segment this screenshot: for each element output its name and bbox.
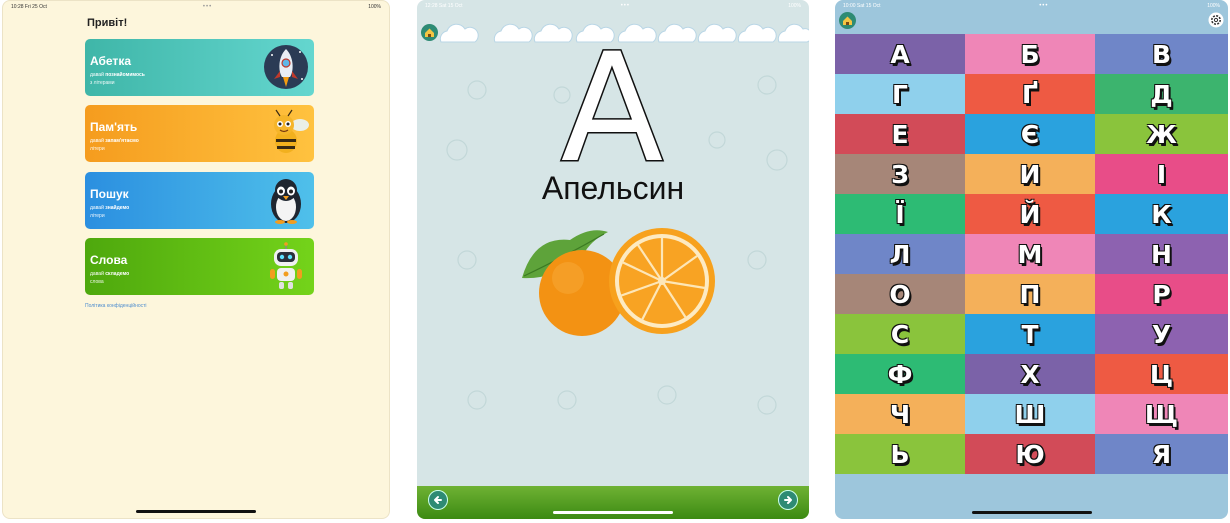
home-button[interactable] (839, 12, 856, 29)
card-subtitle-2: літери (90, 146, 105, 152)
letter-tile[interactable]: Л (835, 234, 965, 274)
multitask-dots[interactable]: ••• (1039, 3, 1048, 9)
card-subtitle-2: літери (90, 213, 105, 219)
letter-tile[interactable]: Е (835, 114, 965, 154)
multitask-dots[interactable]: ••• (621, 3, 630, 9)
card-title: Пошук (90, 187, 129, 201)
prev-button[interactable] (428, 490, 448, 510)
alphabet-grid: АБВ ГҐД ЕЄЖ ЗИІ ЇЙК ЛМН ОПР СТУ ФХЦ ЧШЩ ЬЮЯ (835, 34, 1228, 474)
battery-status: 100% (1207, 3, 1220, 9)
letter-tile[interactable]: Т (965, 314, 1095, 354)
penguin-icon (271, 179, 301, 224)
letter-tile[interactable]: П (965, 274, 1095, 314)
letter-tile[interactable]: З (835, 154, 965, 194)
letter-tile[interactable]: О (835, 274, 965, 314)
home-icon (425, 28, 434, 37)
letter-tile[interactable]: Ю (965, 434, 1095, 474)
letter-tile[interactable]: С (835, 314, 965, 354)
letter-tile[interactable]: І (1095, 154, 1228, 194)
card-title: Слова (90, 253, 128, 267)
letter-tile[interactable]: Є (965, 114, 1095, 154)
status-bar: 12:28 Sat 15 Oct ••• 100% (425, 2, 801, 10)
gear-icon[interactable] (1208, 12, 1224, 28)
letter-tile[interactable]: Ї (835, 194, 965, 234)
card-title: Пам'ять (90, 120, 138, 134)
orange-icon[interactable] (512, 218, 717, 338)
letter-tile[interactable]: М (965, 234, 1095, 274)
letter-tile[interactable]: Ш (965, 394, 1095, 434)
battery-status: 100% (788, 3, 801, 9)
greeting-title: Привіт! (87, 17, 128, 29)
word-label: Апельсин (541, 170, 685, 206)
status-bar: 10:00 Sat 15 Oct ••• 100% (843, 2, 1220, 10)
letter-tile[interactable]: Б (965, 34, 1095, 74)
letter-tile[interactable]: Ц (1095, 354, 1228, 394)
home-button[interactable] (421, 24, 438, 41)
letter-tile[interactable]: У (1095, 314, 1228, 354)
letter-tile[interactable]: Р (1095, 274, 1228, 314)
status-time: 10:00 Sat 15 Oct (843, 3, 881, 9)
robot-icon (270, 242, 302, 289)
home-indicator[interactable] (971, 511, 1092, 514)
letter-tile[interactable]: Ґ (965, 74, 1095, 114)
svg-text:А: А (561, 40, 664, 165)
home-indicator[interactable] (136, 510, 256, 513)
letter-tile[interactable]: Ь (835, 434, 965, 474)
privacy-policy-link[interactable]: Політика конфіденційності (85, 303, 147, 309)
letter-tile[interactable]: В (1095, 34, 1228, 74)
letter-tile[interactable]: Щ (1095, 394, 1228, 434)
menu-screen: 10:28 Fri 25 Oct ••• 100% Привіт! Абетка… (2, 0, 390, 519)
alphabet-grid-screen: 10:00 Sat 15 Oct ••• 100% АБВ ГҐД ЕЄЖ ЗИІ ЇЙ… (835, 0, 1228, 519)
home-icon (843, 16, 852, 25)
multitask-dots[interactable]: ••• (203, 4, 212, 10)
letter-tile[interactable]: Я (1095, 434, 1228, 474)
menu-card-poshuk[interactable]: Пошук давай знайдемо літери (85, 172, 314, 229)
menu-card-abetka[interactable]: Абетка давай познайомимось з літерами (85, 39, 314, 96)
letter-tile[interactable]: Ж (1095, 114, 1228, 154)
bee-icon (274, 109, 309, 153)
status-time: 12:28 Sat 15 Oct (425, 3, 463, 9)
arrow-right-icon (784, 496, 792, 504)
grass-footer (417, 486, 809, 519)
rocket-icon (264, 45, 308, 89)
letter-detail-screen: 12:28 Sat 15 Oct ••• 100% А Апельсин (417, 0, 809, 519)
arrow-left-icon (434, 496, 442, 504)
card-subtitle-2: слова (90, 279, 104, 285)
home-indicator[interactable] (553, 511, 673, 514)
menu-card-slova[interactable]: Слова давай складемо слова (85, 238, 314, 295)
letter-tile[interactable]: И (965, 154, 1095, 194)
big-letter: А (559, 40, 665, 165)
letter-tile[interactable]: Й (965, 194, 1095, 234)
letter-tile[interactable]: Н (1095, 234, 1228, 274)
card-subtitle: давай складемо (90, 271, 130, 277)
letter-tile[interactable]: Ф (835, 354, 965, 394)
card-subtitle: давай знайдемо (90, 205, 130, 211)
letter-tile[interactable]: Х (965, 354, 1095, 394)
letter-tile[interactable]: Д (1095, 74, 1228, 114)
letter-tile[interactable]: Г (835, 74, 965, 114)
card-subtitle: давай познайомимось (90, 72, 145, 78)
status-bar: 10:28 Fri 25 Oct ••• 100% (11, 3, 381, 11)
card-subtitle: давай запам'ятаємо (90, 138, 139, 144)
letter-tile[interactable]: Ч (835, 394, 965, 434)
status-time: 10:28 Fri 25 Oct (11, 4, 47, 10)
letter-tile[interactable]: К (1095, 194, 1228, 234)
next-button[interactable] (778, 490, 798, 510)
letter-tile[interactable]: А (835, 34, 965, 74)
card-subtitle-2: з літерами (90, 80, 115, 86)
card-title: Абетка (90, 54, 131, 68)
menu-card-pamiat[interactable]: Пам'ять давай запам'ятаємо літери (85, 105, 314, 162)
battery-status: 100% (368, 4, 381, 10)
